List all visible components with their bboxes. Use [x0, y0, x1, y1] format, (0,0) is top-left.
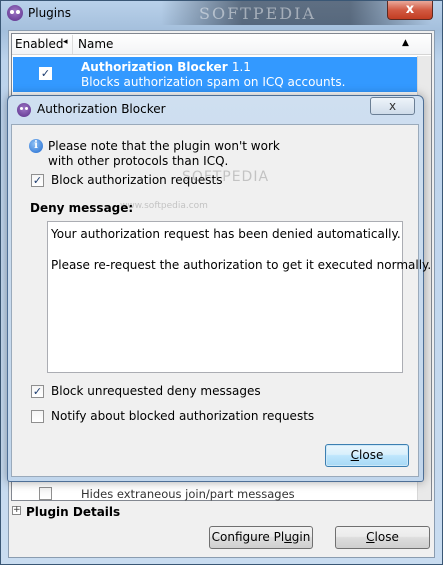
close-label-post: lose — [374, 530, 399, 544]
sort-ascending-icon: ▲ — [402, 38, 409, 48]
notify-blocked-label[interactable]: Notify about blocked authorization reque… — [51, 409, 314, 423]
plugin-version: 1.1 — [231, 60, 251, 74]
sort-left-icon: ◂ — [63, 37, 68, 47]
dialog-close-x-button[interactable]: x — [370, 97, 415, 115]
title-bar[interactable]: Plugins SOFTPEDIA x — [1, 1, 442, 27]
column-header-enabled[interactable]: Enabled — [15, 37, 64, 51]
dialog-title: Authorization Blocker — [37, 102, 166, 116]
dialog-watermark: SOFTPEDIA — [182, 169, 270, 185]
dialog-body: i Please note that the plugin won't work… — [11, 124, 432, 477]
window-title: Plugins — [28, 6, 71, 20]
plugin-description: Blocks authorization spam on ICQ account… — [81, 75, 346, 89]
window-close-button[interactable]: x — [387, 1, 433, 20]
note-line-1: Please note that the plugin won't work — [48, 139, 280, 153]
notify-blocked-checkbox[interactable] — [31, 410, 44, 423]
dialog-close-post: lose — [359, 448, 384, 462]
plugin-title: Authorization Blocker 1.1 — [81, 60, 251, 74]
deny-message-textarea[interactable]: Your authorization request has been deni… — [47, 221, 432, 373]
column-separator[interactable] — [72, 35, 73, 54]
column-header-name[interactable]: Name — [78, 37, 113, 51]
block-requests-checkbox[interactable]: ✓ — [31, 174, 44, 187]
block-unrequested-label[interactable]: Block unrequested deny messages — [51, 384, 261, 398]
deny-message-line-1: Your authorization request has been deni… — [51, 227, 401, 241]
note-line-2: with other protocols than ICQ. — [48, 154, 229, 168]
authorization-blocker-dialog: Authorization Blocker x i Please note th… — [7, 95, 432, 482]
block-unrequested-checkbox[interactable]: ✓ — [31, 385, 44, 398]
info-icon: i — [29, 139, 43, 153]
dialog-app-icon — [17, 103, 31, 117]
plugin-enabled-checkbox[interactable]: ✓ — [39, 67, 52, 80]
configure-label-pre: Configure Pl — [211, 530, 285, 544]
dialog-close-accel: C — [350, 448, 360, 462]
configure-label-post: gin — [291, 530, 311, 544]
watermark-text: SOFTPEDIA — [199, 4, 316, 23]
deny-message-label: Deny message: — [30, 201, 134, 215]
app-logo-icon — [7, 5, 23, 21]
deny-message-line-2: Please re-request the authorization to g… — [51, 258, 432, 272]
dialog-close-button[interactable]: Close — [325, 444, 409, 467]
plugin-row-authorization-blocker[interactable]: ✓ Authorization Blocker 1.1 Blocks autho… — [13, 57, 417, 92]
close-label-accel: C — [366, 530, 375, 544]
plugin-row-partial[interactable]: Hides extraneous join/part messages — [37, 485, 427, 503]
plugin-details-label: Plugin Details — [26, 505, 121, 519]
expand-plus-icon[interactable]: + — [12, 506, 21, 515]
plugin-name: Authorization Blocker — [81, 60, 228, 74]
close-button[interactable]: Close — [335, 526, 430, 549]
configure-label-accel: u — [284, 530, 292, 544]
configure-plugin-button[interactable]: Configure Plugin — [209, 526, 313, 549]
list-header: Enabled ◂ Name ▲ — [12, 34, 431, 55]
plugin-enabled-checkbox-partial[interactable] — [39, 487, 52, 500]
plugin-description-partial: Hides extraneous join/part messages — [81, 487, 295, 501]
